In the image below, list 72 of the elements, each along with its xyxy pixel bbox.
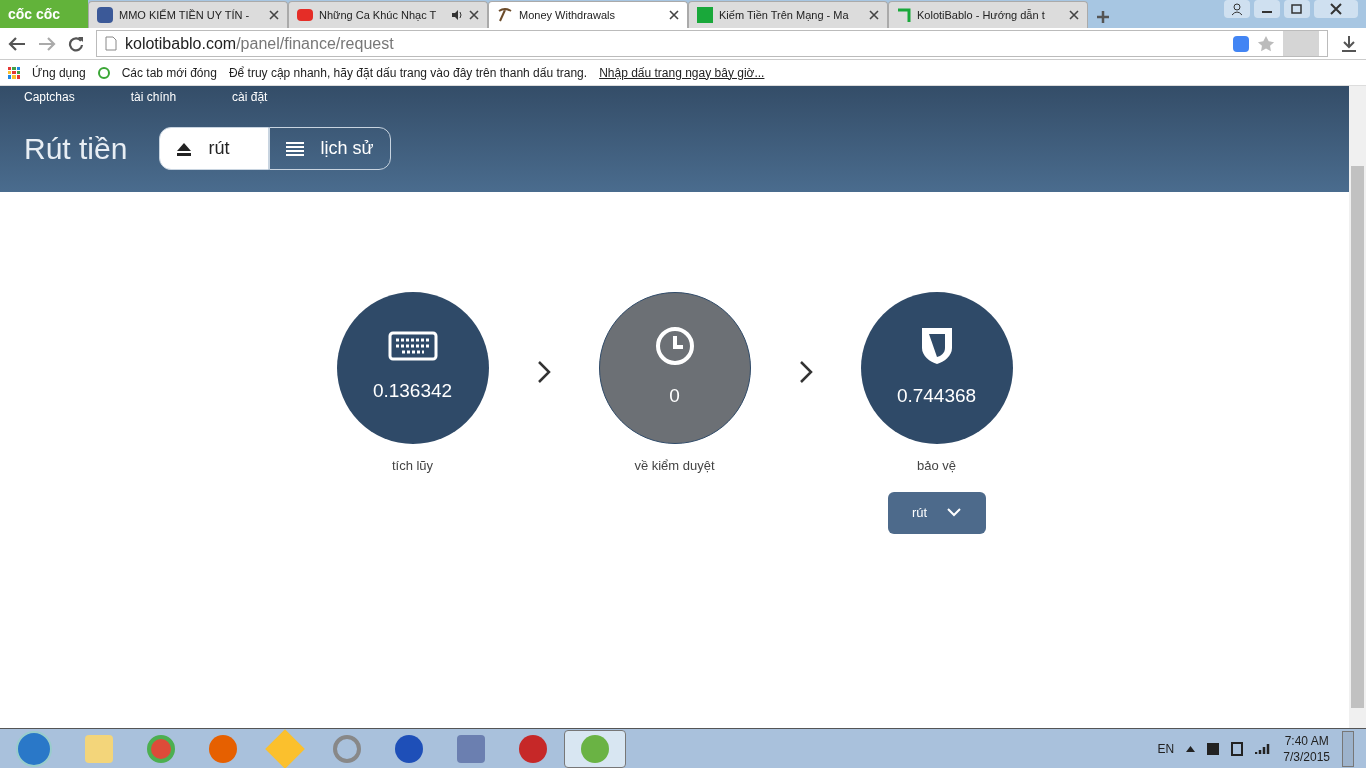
tab-title: Những Ca Khúc Nhạc T (319, 7, 438, 23)
close-icon[interactable] (669, 10, 679, 20)
address-field[interactable]: kolotibablo.com/panel/finance/request (96, 30, 1328, 57)
close-icon[interactable] (1314, 0, 1358, 18)
square-icon (697, 7, 713, 23)
url-text: kolotibablo.com/panel/finance/request (125, 33, 395, 54)
step-label: bảo vệ (916, 457, 956, 475)
segment-tab[interactable]: rút (159, 127, 270, 170)
chevron-right-icon (798, 360, 813, 384)
list-icon (286, 141, 305, 156)
browser-tab[interactable]: Money Withdrawals (488, 1, 688, 28)
close-icon[interactable] (269, 10, 279, 20)
reload-icon[interactable] (68, 35, 84, 52)
clock-time: 7:40 AM (1284, 732, 1329, 749)
tab-title: Money Withdrawals (519, 7, 616, 23)
tab-title: MMO KIẾM TIỀN UY TÍN - (119, 7, 251, 23)
step-value: 0.136342 (372, 378, 453, 403)
browser-tab[interactable]: KolotiBablo - Hướng dẫn t (888, 1, 1088, 28)
pickaxe-icon (497, 7, 513, 23)
page-icon (105, 36, 117, 51)
browser-icon[interactable] (581, 734, 609, 763)
history-icon[interactable] (97, 66, 110, 79)
back-icon[interactable] (8, 35, 26, 52)
translate-icon[interactable] (1233, 35, 1249, 52)
play-icon (297, 9, 313, 21)
segment-tab[interactable]: lịch sử (269, 127, 392, 170)
restore-icon[interactable] (1284, 0, 1310, 18)
bookmark-link[interactable]: Các tab mới đóng (121, 63, 217, 82)
step-label: tích lũy (391, 457, 434, 475)
close-icon[interactable] (469, 10, 479, 20)
forward-icon[interactable] (38, 35, 56, 52)
start-button[interactable] (16, 730, 52, 767)
close-icon[interactable] (869, 10, 879, 20)
close-icon[interactable] (1069, 10, 1079, 20)
clock-icon (654, 325, 695, 366)
clock-date: 7/3/2015 (1283, 748, 1330, 765)
language-indicator[interactable]: EN (1157, 739, 1175, 758)
keyboard-icon (387, 330, 438, 361)
tray-arrow-icon[interactable] (1186, 745, 1196, 752)
browser-icon[interactable] (209, 734, 237, 763)
tab-title: KolotiBablo - Hướng dẫn t (917, 7, 1046, 23)
chevron-right-icon (536, 360, 551, 384)
import-bookmarks-link[interactable]: Nhập dấu trang ngay bây giờ... (599, 63, 765, 82)
corner-icon (897, 8, 911, 22)
bookmark-link[interactable]: Ứng dụng (32, 63, 86, 82)
user-icon[interactable] (1224, 0, 1250, 18)
browser-tab[interactable]: Những Ca Khúc Nhạc T (288, 1, 488, 28)
browser-tab[interactable]: Kiếm Tiền Trên Mạng - Ma (688, 1, 888, 28)
browser-icon[interactable] (147, 734, 175, 763)
browser-tab[interactable]: MMO KIẾM TIỀN UY TÍN - (88, 1, 288, 28)
nav-link[interactable]: cài đặt (232, 88, 268, 106)
signal-icon[interactable] (1255, 742, 1272, 755)
step-value: 0 (669, 383, 680, 408)
step-value: 0.744368 (896, 383, 977, 408)
page-title: Rút tiền (24, 131, 128, 167)
withdraw-button[interactable]: rút (887, 491, 986, 534)
nav-link[interactable]: Captchas (24, 88, 75, 106)
taskbar-button[interactable] (564, 729, 626, 768)
nav-link[interactable]: tài chính (130, 88, 177, 106)
apps-icon[interactable] (8, 66, 20, 79)
show-desktop-button[interactable] (1342, 730, 1354, 767)
chevron-down-icon (947, 508, 962, 517)
scrollbar[interactable] (1349, 86, 1366, 728)
download-icon[interactable] (1340, 34, 1358, 53)
shield-icon (919, 325, 954, 366)
step-label: về kiểm duyệt (634, 457, 715, 475)
bookmark-hint: Để truy cập nhanh, hãy đặt dấu trang vào đây trên thanh dấu trang. (228, 64, 588, 82)
eject-icon (176, 141, 193, 156)
minimize-icon[interactable] (1254, 0, 1280, 18)
plus-icon[interactable] (1096, 10, 1110, 24)
ring-icon[interactable] (333, 734, 361, 763)
tab-title: Kiếm Tiền Trên Mạng - Ma (719, 7, 850, 23)
